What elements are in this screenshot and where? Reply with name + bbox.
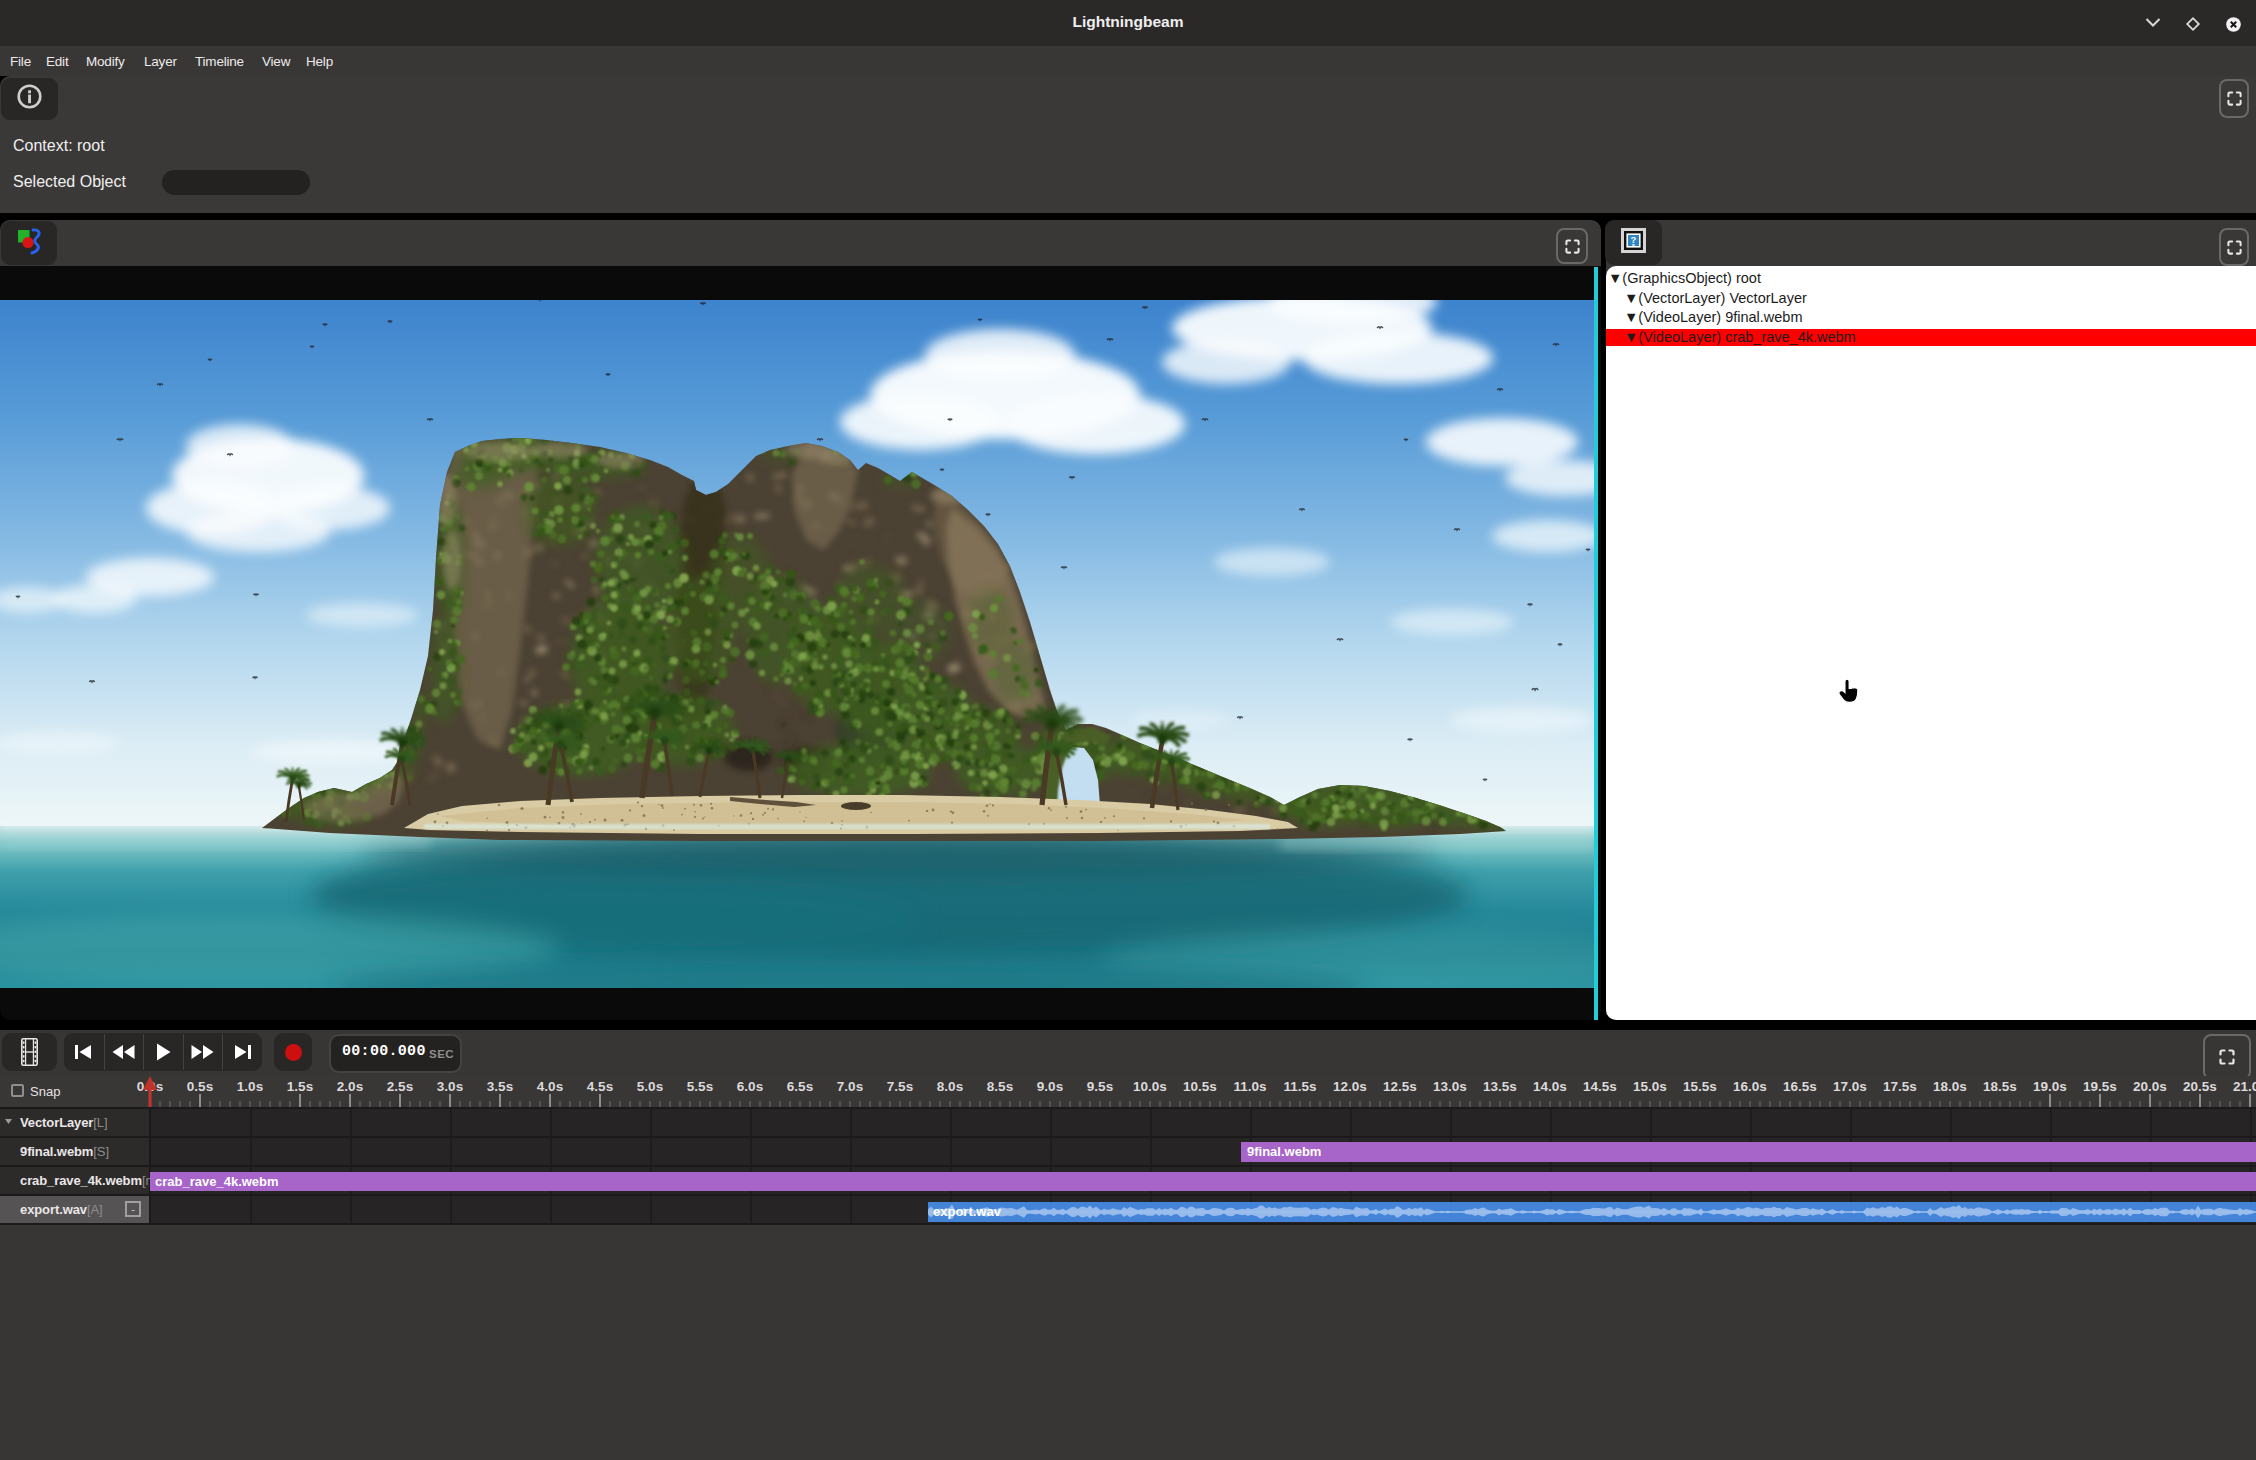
svg-text:?: ?	[1631, 234, 1637, 245]
